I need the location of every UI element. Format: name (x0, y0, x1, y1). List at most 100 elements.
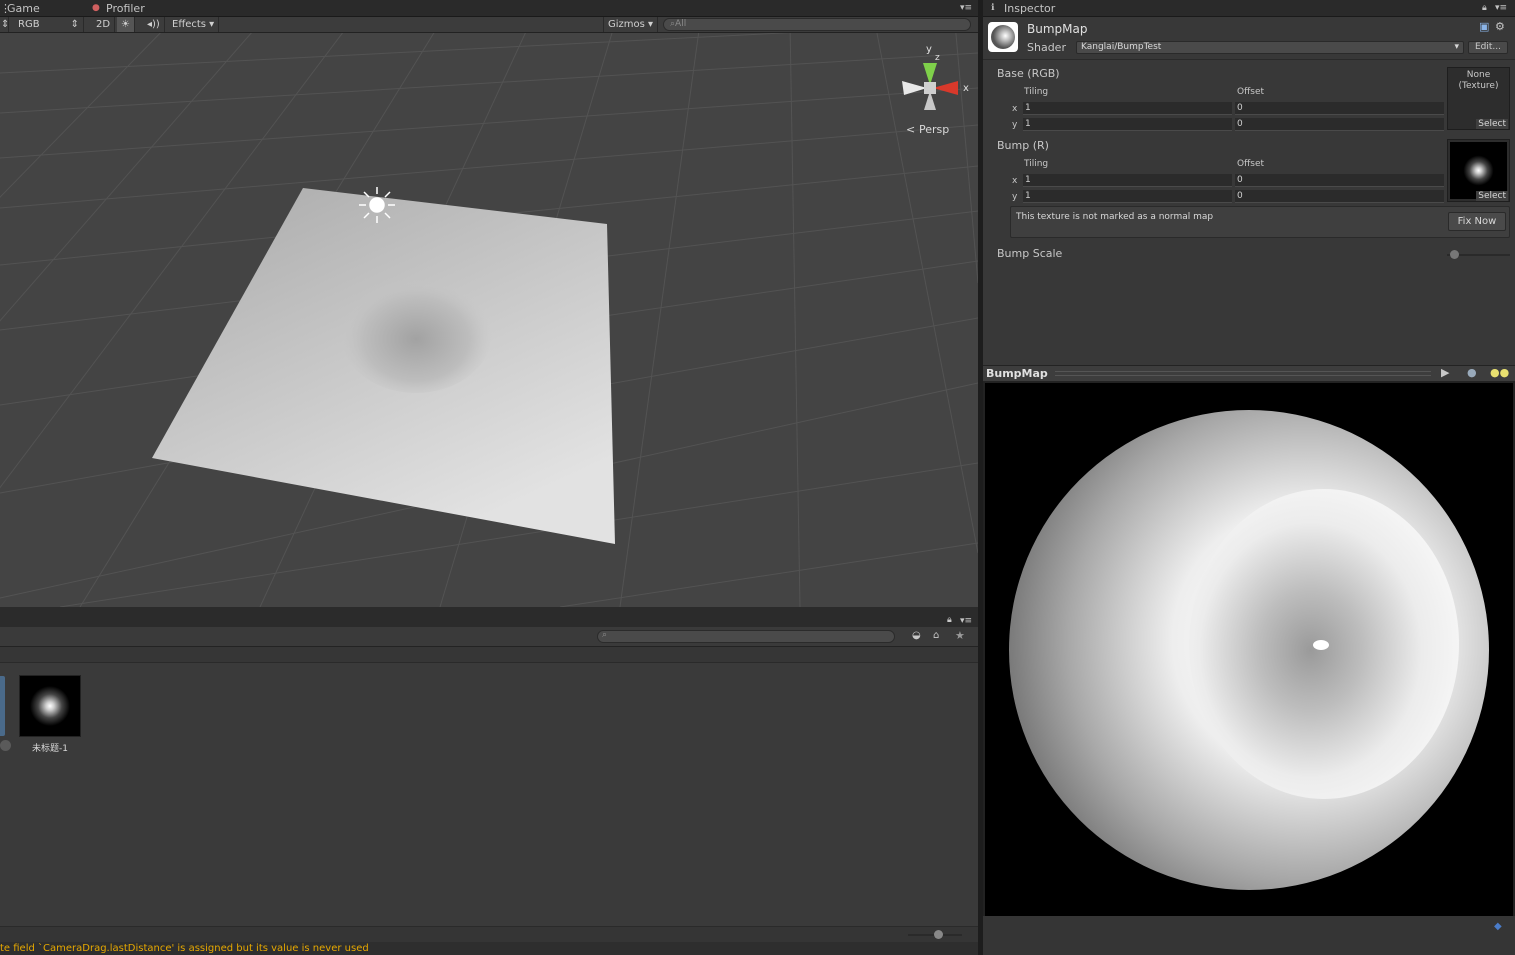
bump-tiling-x-field[interactable]: 1 (1023, 174, 1232, 187)
material-preview[interactable] (985, 383, 1513, 916)
play-icon[interactable]: ▶ (1441, 366, 1449, 379)
fix-now-button[interactable]: Fix Now (1448, 212, 1506, 231)
panel-menu-icon[interactable]: ▾≡ (1495, 0, 1507, 17)
gear-icon[interactable]: ⚙ (1495, 20, 1505, 33)
shader-value: Kanglai/BumpTest (1081, 42, 1162, 52)
material-icon (988, 22, 1018, 52)
toggle-2d-button[interactable]: 2D (92, 17, 116, 32)
base-tiling-x-field[interactable]: 1 (1023, 102, 1232, 115)
project-search-input[interactable]: ⌕ (597, 630, 895, 643)
left-tab-bar: ⋮ Game ● Profiler ▾≡ (0, 0, 978, 17)
bump-texture-select-button[interactable]: Select (1476, 191, 1508, 201)
persp-arrow-icon: < (906, 123, 915, 136)
audio-toggle-icon[interactable]: ◂)) (143, 17, 165, 32)
gizmos-dropdown[interactable]: Gizmos ▾ (603, 17, 659, 32)
material-sphere-icon (991, 25, 1015, 49)
base-offset-y-field[interactable]: 0 (1235, 118, 1444, 131)
divider (983, 59, 1515, 60)
inspector-panel: BumpMap Shader Kanglai/BumpTest ▾ Edit..… (983, 17, 1515, 365)
bump-highlight (340, 273, 492, 393)
asset-thumbnail[interactable] (19, 675, 81, 737)
effects-dropdown[interactable]: Effects ▾ (168, 17, 220, 32)
lighting-toggle-icon[interactable]: ☀ (117, 17, 135, 32)
shader-dropdown[interactable]: Kanglai/BumpTest ▾ (1076, 41, 1464, 54)
tab-inspector[interactable]: Inspector (1004, 0, 1055, 17)
thumbnail-size-slider-handle[interactable] (934, 930, 943, 939)
base-texture-select-button[interactable]: Select (1476, 119, 1508, 129)
base-tiling-y-field[interactable]: 1 (1023, 118, 1232, 131)
shading-dropdown[interactable]: RGB ⇕ (14, 17, 84, 32)
bump-offset-y-field[interactable]: 0 (1235, 190, 1444, 203)
effects-label: Effects (172, 19, 206, 30)
asset-item-partial[interactable] (0, 676, 5, 736)
preview-header: BumpMap ▶ ● ●● (983, 365, 1515, 382)
asset-name[interactable]: 未标题-1 (19, 741, 81, 754)
bump-scale-label: Bump Scale (997, 247, 1063, 260)
asset-item-partial-icon (0, 740, 11, 751)
project-toolbar: ⌕ ◒ ⌂ ★ (0, 627, 978, 647)
filter-by-type-icon[interactable]: ◒ (912, 630, 921, 641)
book-icon[interactable]: ▣ (1479, 20, 1489, 33)
scene-search-input[interactable]: ⌕All (663, 18, 971, 31)
gizmo-z-label: z (935, 53, 940, 63)
panel-menu-icon[interactable]: ▾≡ (960, 616, 972, 626)
dropdown-arrow-icon: ⇕ (70, 19, 79, 30)
scene-orientation-gizmo[interactable] (902, 63, 958, 110)
info-icon: ℹ (991, 3, 995, 13)
favorite-star-icon[interactable]: ★ (955, 629, 965, 642)
scene-viewport: y z x < Persp (0, 33, 978, 607)
preview-drag-bar[interactable] (1055, 371, 1431, 376)
shader-label: Shader (1027, 41, 1066, 54)
shading-label: RGB (18, 19, 40, 30)
shader-edit-button[interactable]: Edit... (1468, 41, 1508, 54)
tab-profiler[interactable]: Profiler (106, 0, 145, 17)
preview-sphere-icon[interactable]: ● (1467, 366, 1477, 379)
panel-menu-icon[interactable]: ▾≡ (960, 0, 972, 17)
base-offset-label: Offset (1237, 87, 1265, 97)
base-offset-x-field[interactable]: 0 (1235, 102, 1444, 115)
scene-toolbar: ⇕ RGB ⇕ 2D ☀ ◂)) Effects ▾ Gizmos ▾ ⌕All (0, 17, 978, 33)
draw-mode-dropdown[interactable]: ⇕ (0, 17, 9, 32)
scene-view[interactable]: y z x < Persp (0, 33, 978, 607)
bump-x-label: x (1012, 176, 1018, 186)
tab-game[interactable]: Game (7, 0, 40, 17)
bump-offset-label: Offset (1237, 159, 1265, 169)
bump-texture-slot[interactable]: Select (1447, 139, 1510, 202)
base-y-label: y (1012, 120, 1018, 130)
base-texture-title: Base (RGB) (997, 67, 1060, 80)
project-breadcrumb-bar (0, 647, 978, 663)
specular-highlight (1313, 640, 1329, 650)
base-texture-slot[interactable]: None (Texture) Select (1447, 67, 1510, 130)
material-name: BumpMap (1027, 22, 1088, 36)
preview-footer: ◆ (983, 916, 1515, 955)
light-gizmo-icon[interactable] (359, 187, 395, 223)
bump-tiling-label: Tiling (1024, 159, 1049, 169)
base-texture-none-label: None (Texture) (1458, 70, 1499, 91)
bump-offset-x-field[interactable]: 0 (1235, 174, 1444, 187)
project-footer (0, 926, 978, 942)
bump-tiling-y-field[interactable]: 1 (1023, 190, 1232, 203)
project-assets-area: 未标题-1 (0, 663, 978, 926)
preview-title: BumpMap (986, 367, 1048, 380)
base-tiling-label: Tiling (1024, 87, 1049, 97)
preview-lights-icon[interactable]: ●● (1490, 366, 1509, 379)
dropdown-arrow-icon: ▾ (1454, 42, 1459, 52)
gizmos-label: Gizmos (608, 19, 645, 30)
bump-texture-title: Bump (R) (997, 139, 1049, 152)
console-status-bar[interactable]: te field `CameraDrag.lastDistance' is as… (0, 942, 978, 955)
lock-icon[interactable]: 🔒︎ (1482, 0, 1487, 17)
scene-search-placeholder: All (675, 19, 687, 29)
bump-scale-slider-handle[interactable] (1449, 250, 1459, 259)
bump-y-label: y (1012, 192, 1018, 202)
persp-label[interactable]: Persp (919, 123, 949, 136)
filter-by-label-icon[interactable]: ⌂ (933, 630, 939, 641)
search-icon: ⌕ (602, 630, 608, 640)
base-x-label: x (1012, 104, 1018, 114)
project-header: 🔒︎ ▾≡ (0, 607, 978, 627)
lock-icon[interactable]: 🔒︎ (947, 615, 952, 625)
inspector-tab-bar: ℹ Inspector 🔒︎ ▾≡ (983, 0, 1515, 17)
gizmo-y-label: y (926, 44, 932, 55)
profiler-icon: ● (92, 3, 100, 13)
asset-label-tag-icon[interactable]: ◆ (1494, 921, 1502, 932)
preview-sphere (1009, 410, 1489, 890)
